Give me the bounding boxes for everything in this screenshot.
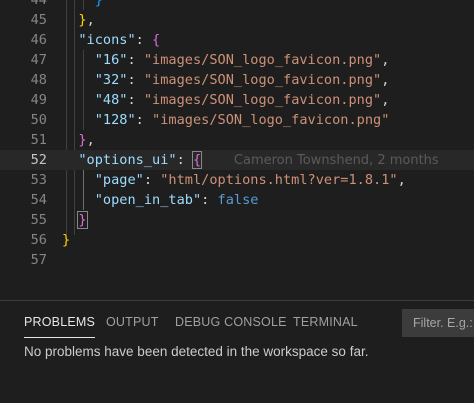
line-number: 54 bbox=[30, 192, 47, 208]
code-text: "options_ui": { Cameron Townshend, 2 mon… bbox=[62, 150, 439, 171]
code-token: } bbox=[77, 211, 88, 229]
tab-terminal[interactable]: TERMINAL bbox=[293, 315, 358, 329]
line-number: 55 bbox=[30, 212, 47, 228]
code-text: "icons": { bbox=[62, 30, 160, 50]
code-token: , bbox=[397, 172, 406, 188]
code-token: "128" bbox=[94, 112, 136, 128]
line-number: 50 bbox=[30, 112, 47, 128]
blame-spacer bbox=[201, 152, 234, 168]
git-blame-annotation: Cameron Townshend, 2 months bbox=[233, 153, 439, 168]
code-text: } bbox=[62, 0, 103, 10]
line-number: 45 bbox=[30, 12, 47, 28]
code-token: : bbox=[135, 112, 153, 128]
code-token: : bbox=[135, 32, 153, 48]
tab-output[interactable]: OUTPUT bbox=[106, 315, 159, 329]
code-token: } bbox=[78, 12, 87, 28]
code-line[interactable]: 57 bbox=[0, 250, 474, 270]
code-token: } bbox=[62, 232, 71, 248]
line-number: 48 bbox=[30, 72, 47, 88]
code-line[interactable]: 56} bbox=[0, 230, 474, 250]
code-text: "128": "images/SON_logo_favicon.png" bbox=[62, 110, 390, 130]
code-line[interactable]: 53 "page": "html/options.html?ver=1.8.1"… bbox=[0, 170, 474, 190]
code-token: "page" bbox=[94, 172, 144, 188]
code-token: : bbox=[127, 72, 144, 88]
line-number: 51 bbox=[30, 132, 47, 148]
code-token: } bbox=[78, 132, 87, 148]
code-token: : bbox=[143, 172, 161, 188]
code-token: "images/SON_logo_favicon.png" bbox=[143, 72, 382, 88]
code-token: , bbox=[381, 52, 390, 68]
code-text: "32": "images/SON_logo_favicon.png", bbox=[62, 70, 390, 90]
code-text: } bbox=[62, 210, 88, 230]
code-token: : bbox=[127, 92, 144, 108]
code-line[interactable]: 52 "options_ui": { Cameron Townshend, 2 … bbox=[0, 150, 474, 170]
line-number: 56 bbox=[30, 232, 47, 248]
code-text: }, bbox=[62, 130, 95, 150]
code-line[interactable]: 51 }, bbox=[0, 130, 474, 150]
code-text: "open_in_tab": false bbox=[62, 190, 259, 210]
line-number: 57 bbox=[30, 252, 47, 268]
code-token: "options_ui" bbox=[78, 152, 177, 168]
code-line[interactable]: 48 "32": "images/SON_logo_favicon.png", bbox=[0, 70, 474, 90]
code-token: "html/options.html?ver=1.8.1" bbox=[160, 172, 398, 188]
code-line[interactable]: 45 }, bbox=[0, 10, 474, 30]
code-token: , bbox=[86, 132, 95, 148]
code-text: "16": "images/SON_logo_favicon.png", bbox=[62, 50, 390, 70]
line-number: 53 bbox=[30, 172, 47, 188]
code-token: : bbox=[176, 152, 193, 168]
code-token: , bbox=[381, 72, 390, 88]
code-line[interactable]: 46 "icons": { bbox=[0, 30, 474, 50]
code-token: { bbox=[152, 32, 161, 48]
code-token: "open_in_tab" bbox=[94, 192, 202, 208]
code-line[interactable]: 54 "open_in_tab": false bbox=[0, 190, 474, 210]
tab-debug-console[interactable]: DEBUG CONSOLE bbox=[175, 315, 287, 329]
code-token: "images/SON_logo_favicon.png" bbox=[143, 92, 382, 108]
code-editor[interactable]: 44 } 45 }, 46 "icons": {47 "16": "images/S… bbox=[0, 0, 474, 300]
code-token: } bbox=[94, 0, 103, 8]
code-token: "48" bbox=[94, 92, 128, 108]
tab-problems[interactable]: PROBLEMS bbox=[24, 315, 96, 338]
code-text: "48": "images/SON_logo_favicon.png", bbox=[62, 90, 390, 110]
line-number: 52 bbox=[30, 152, 47, 168]
bottom-panel: PROBLEMS OUTPUT DEBUG CONSOLE TERMINAL F… bbox=[0, 300, 474, 403]
code-token: "images/SON_logo_favicon.png" bbox=[143, 52, 382, 68]
line-number: 44 bbox=[30, 0, 47, 8]
code-token: , bbox=[381, 92, 390, 108]
code-line[interactable]: 49 "48": "images/SON_logo_favicon.png", bbox=[0, 90, 474, 110]
problems-filter-input[interactable]: Filter. E.g.: text bbox=[402, 309, 474, 337]
code-line[interactable]: 55 } bbox=[0, 210, 474, 230]
line-number: 47 bbox=[30, 52, 47, 68]
code-text: }, bbox=[62, 10, 95, 30]
code-token: : bbox=[127, 52, 144, 68]
code-text: } bbox=[62, 230, 70, 250]
code-token: "images/SON_logo_favicon.png" bbox=[152, 112, 390, 128]
problems-empty-message: No problems have been detected in the wo… bbox=[24, 344, 369, 359]
code-line[interactable]: 47 "16": "images/SON_logo_favicon.png", bbox=[0, 50, 474, 70]
code-token: false bbox=[217, 192, 259, 208]
code-line[interactable]: 44 } bbox=[0, 0, 474, 10]
code-token: , bbox=[86, 12, 95, 28]
code-text: "page": "html/options.html?ver=1.8.1", bbox=[62, 170, 406, 190]
code-token: : bbox=[201, 192, 218, 208]
code-token: "icons" bbox=[78, 32, 136, 48]
code-token: "32" bbox=[94, 72, 128, 88]
code-token: { bbox=[191, 151, 203, 169]
code-line[interactable]: 50 "128": "images/SON_logo_favicon.png" bbox=[0, 110, 474, 130]
code-token: "16" bbox=[94, 52, 128, 68]
line-number: 49 bbox=[30, 92, 47, 108]
line-number: 46 bbox=[30, 32, 47, 48]
